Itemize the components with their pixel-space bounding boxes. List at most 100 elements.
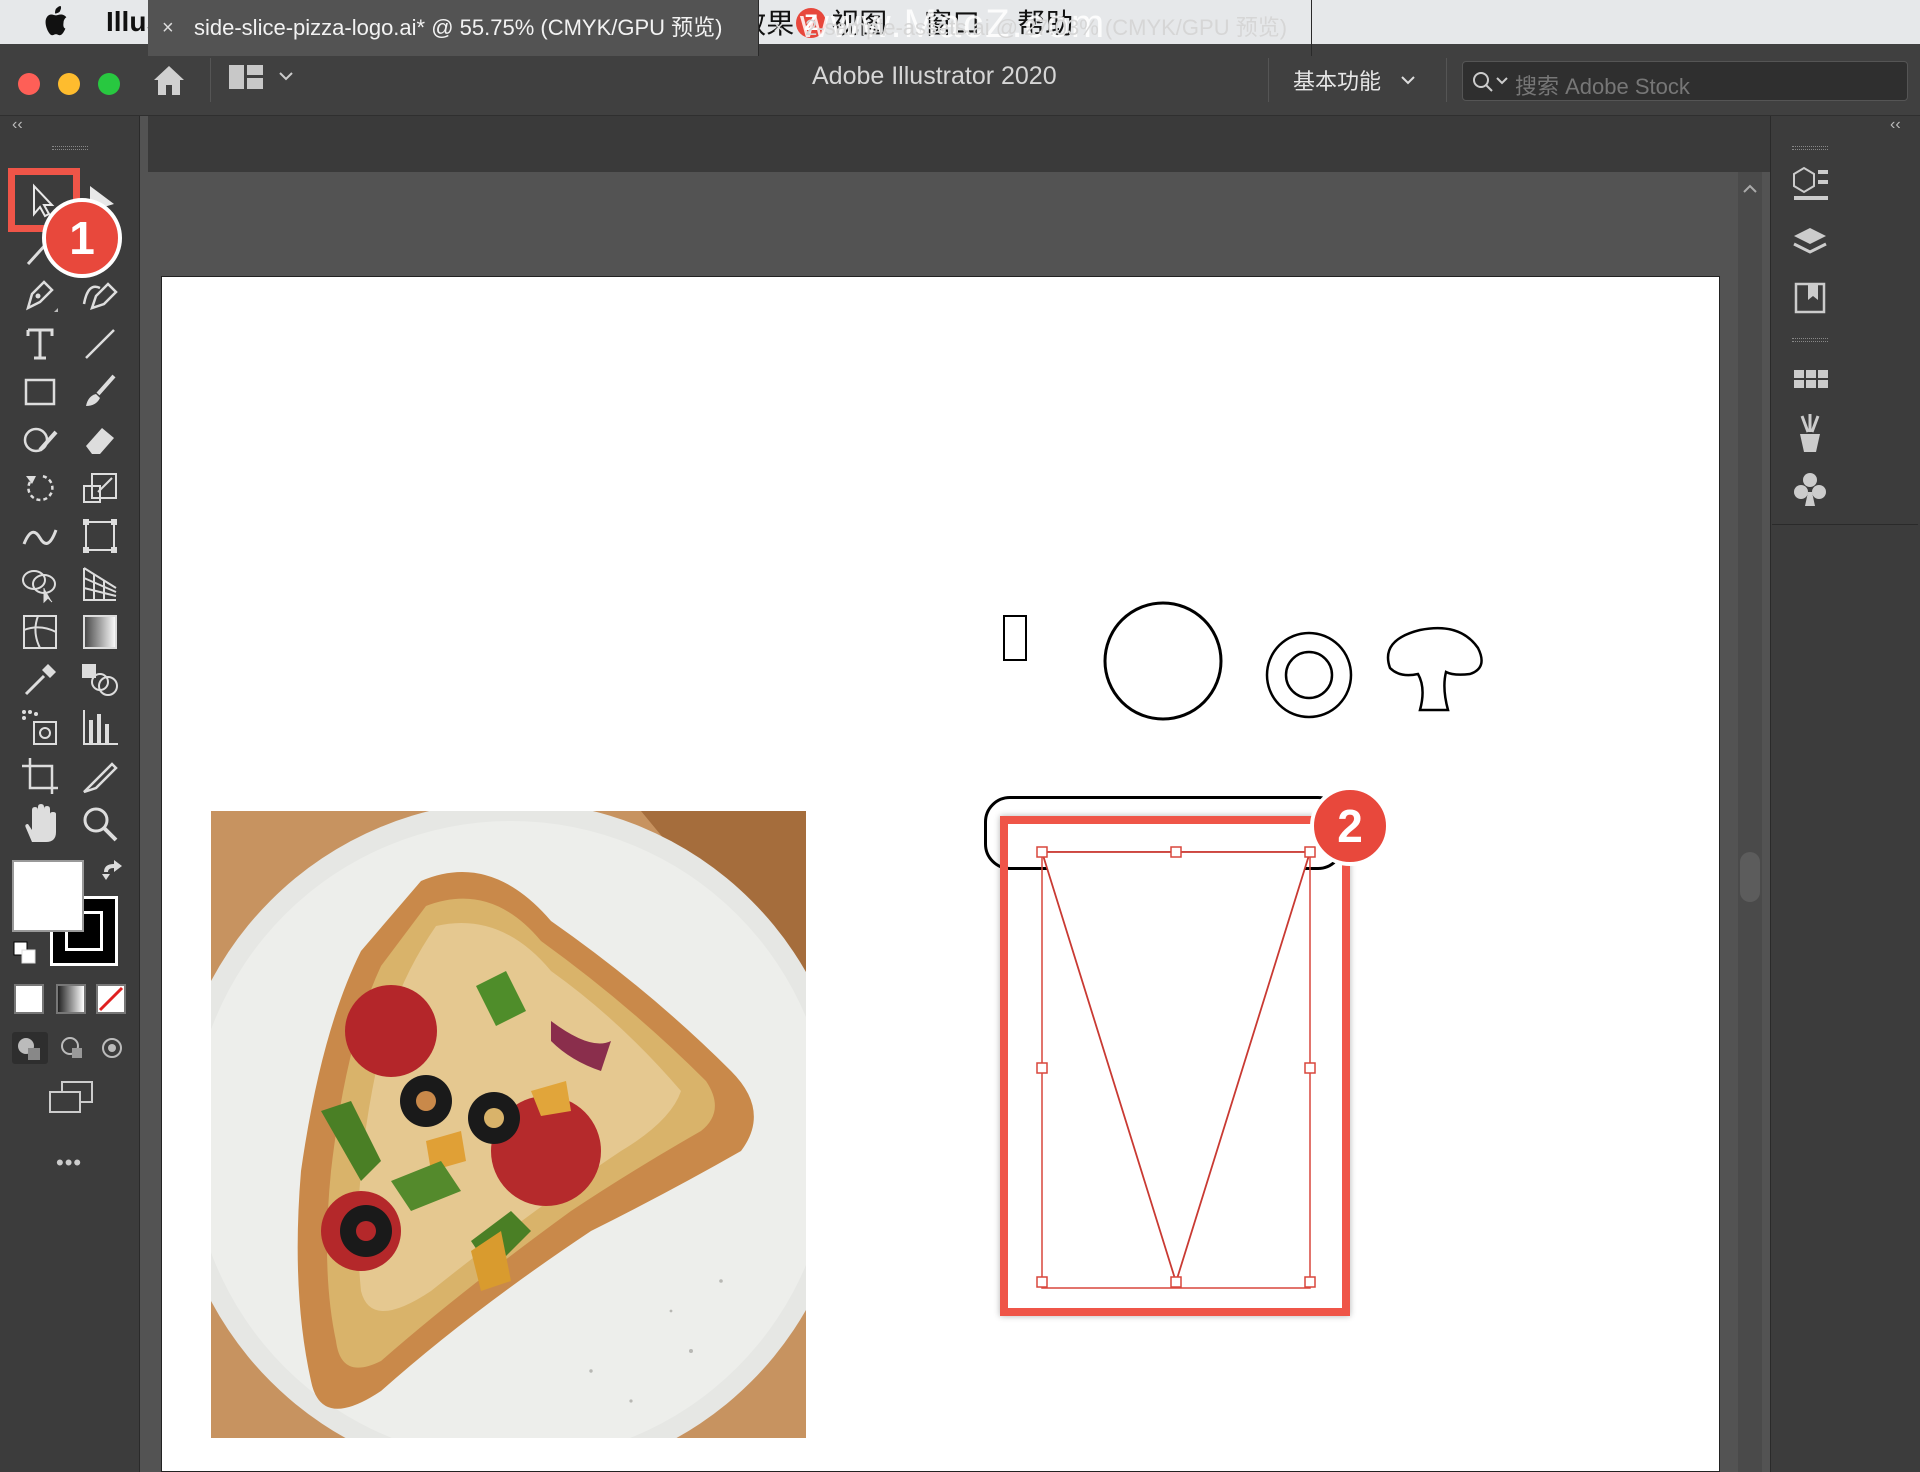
draw-inside-icon: [102, 1038, 122, 1058]
tab-label: 2-sample-assets.ai @ 27.03% (CMYK/GPU 预览…: [805, 15, 1288, 40]
mushroom-shape[interactable]: [1380, 622, 1486, 716]
close-tab-icon[interactable]: ×: [162, 0, 174, 56]
artboard-tool-icon: [22, 758, 58, 794]
gradient-mode-button[interactable]: [56, 984, 86, 1014]
scroll-up-icon[interactable]: [1742, 182, 1758, 194]
symbol-sprayer-tool[interactable]: [18, 706, 62, 750]
callout-2-highlight-box: [1000, 816, 1350, 1316]
collapse-dock-button[interactable]: ‹‹: [1890, 116, 1901, 134]
eraser-tool[interactable]: [78, 418, 122, 462]
close-tab-icon[interactable]: ×: [773, 0, 785, 56]
hand-tool[interactable]: [18, 802, 62, 846]
stock-search-input[interactable]: 搜索 Adobe Stock: [1462, 61, 1908, 101]
circle-shape[interactable]: [1100, 598, 1226, 724]
properties-panel-icon[interactable]: [1788, 162, 1832, 206]
fill-color-swatch[interactable]: [12, 860, 84, 932]
eyedropper-icon: [24, 664, 56, 696]
mesh-tool[interactable]: [18, 610, 62, 654]
blend-tool-icon: [82, 664, 118, 696]
shape-builder-icon: [22, 570, 56, 604]
warp-tool[interactable]: [18, 514, 62, 558]
free-transform-tool-icon: [83, 519, 117, 553]
graph-tool-icon: [83, 710, 118, 745]
dock-grip-bottom[interactable]: [1792, 338, 1828, 342]
layout-icon[interactable]: [228, 64, 264, 90]
brushes-panel-icon[interactable]: [1788, 412, 1832, 456]
scale-tool[interactable]: [78, 466, 122, 510]
graph-tool[interactable]: [78, 706, 122, 750]
draw-behind-button[interactable]: [54, 1032, 90, 1064]
workspace-switcher[interactable]: 基本功能: [1293, 64, 1381, 96]
gradient-tool-icon: [83, 615, 117, 649]
eyedropper-tool[interactable]: [18, 658, 62, 702]
none-mode-button[interactable]: [96, 984, 126, 1014]
callout-1-badge: 1: [42, 198, 122, 278]
shaper-tool[interactable]: [18, 418, 62, 462]
curvature-tool[interactable]: [78, 274, 122, 318]
toolbar-grip[interactable]: [52, 146, 88, 150]
gradient-tool[interactable]: [78, 610, 122, 654]
free-transform-tool[interactable]: [78, 514, 122, 558]
tab-label: side-slice-pizza-logo.ai* @ 55.75% (CMYK…: [194, 15, 723, 40]
apple-icon[interactable]: [40, 5, 70, 39]
draw-normal-button[interactable]: [12, 1032, 48, 1064]
document-tab-bar: [148, 116, 1770, 172]
edit-toolbar-button[interactable]: •••: [56, 1150, 82, 1176]
workspace-chevron-icon[interactable]: [1400, 74, 1416, 86]
small-rectangle-shape[interactable]: [1000, 612, 1030, 664]
curvature-tool-icon: [82, 282, 118, 310]
artboard-tool[interactable]: [18, 754, 62, 798]
olive-shape[interactable]: [1262, 628, 1356, 722]
rotate-tool[interactable]: [18, 466, 62, 510]
color-mode-button[interactable]: [14, 984, 44, 1014]
shaper-tool-icon: [23, 427, 58, 453]
draw-behind-icon: [61, 1037, 82, 1058]
default-fill-stroke-icon[interactable]: [12, 940, 38, 966]
warp-tool-icon: [22, 529, 58, 545]
slice-tool[interactable]: [78, 754, 122, 798]
type-tool[interactable]: [18, 322, 62, 366]
eraser-tool-icon: [86, 428, 114, 454]
rectangle-tool[interactable]: [18, 370, 62, 414]
close-window-button[interactable]: [18, 73, 40, 95]
libraries-panel-icon[interactable]: [1788, 276, 1832, 320]
draw-normal-icon: [18, 1038, 40, 1060]
window-title: Adobe Illustrator 2020: [812, 62, 1057, 90]
slice-tool-icon: [83, 762, 118, 794]
callout-2-badge: 2: [1310, 786, 1390, 866]
swap-fill-stroke-icon[interactable]: [98, 860, 126, 888]
zoom-tool[interactable]: [78, 802, 122, 846]
hand-tool-icon: [25, 804, 56, 842]
minimize-window-button[interactable]: [58, 73, 80, 95]
chevron-down-icon[interactable]: [278, 70, 294, 82]
swatches-panel-icon[interactable]: [1788, 358, 1832, 402]
dock-grip-top[interactable]: [1792, 146, 1828, 150]
tab-2-sample-assets[interactable]: × 2-sample-assets.ai @ 27.03% (CMYK/GPU …: [758, 0, 1312, 56]
perspective-grid-tool[interactable]: [78, 562, 122, 606]
layers-panel-icon[interactable]: [1788, 220, 1832, 264]
perspective-grid-icon: [83, 567, 117, 601]
pizza-photo[interactable]: [211, 811, 806, 1438]
rectangle-tool-icon: [24, 378, 56, 406]
shape-builder-tool[interactable]: [18, 562, 62, 606]
symbols-panel-icon[interactable]: [1788, 468, 1832, 512]
draw-inside-button[interactable]: [94, 1032, 130, 1064]
zoom-window-button[interactable]: [98, 73, 120, 95]
blend-tool[interactable]: [78, 658, 122, 702]
pen-tool[interactable]: [18, 274, 62, 318]
search-placeholder: 搜索 Adobe Stock: [1515, 74, 1690, 99]
search-icon: [1473, 72, 1508, 92]
paintbrush-tool-icon: [86, 374, 116, 406]
paintbrush-tool[interactable]: [78, 370, 122, 414]
mesh-tool-icon: [23, 615, 57, 649]
screen-mode-icon[interactable]: [48, 1080, 94, 1116]
symbol-sprayer-icon: [22, 710, 57, 745]
collapse-toolbar-button[interactable]: ‹‹: [12, 116, 23, 134]
tab-side-slice-pizza-logo[interactable]: × side-slice-pizza-logo.ai* @ 55.75% (CM…: [148, 0, 758, 56]
home-icon[interactable]: [150, 62, 188, 98]
line-tool[interactable]: [78, 322, 122, 366]
pen-tool-icon: [26, 280, 58, 312]
vertical-scrollbar[interactable]: [1738, 172, 1762, 1472]
dock-divider: [1772, 524, 1918, 525]
scroll-thumb[interactable]: [1740, 852, 1760, 902]
